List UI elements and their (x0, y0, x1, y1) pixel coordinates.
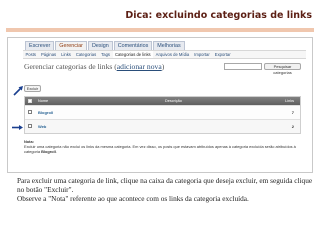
table-row: Blogroll 7 (25, 105, 300, 119)
header-name: Nome (38, 99, 49, 103)
note-body: Excluir uma categoria não exclui os link… (24, 144, 296, 154)
top-navigation: Escrever Gerenciar Design Comentários Me… (25, 41, 186, 50)
category-name-link[interactable]: Web (38, 124, 46, 129)
note-end: . (55, 149, 57, 154)
nav-tab-gerenciar[interactable]: Gerenciar (55, 41, 87, 50)
header-links: Links (285, 99, 294, 103)
table-header: Nome Descrição Links (25, 97, 300, 105)
caption-line-1: Para excluir uma categoria de link, cliq… (17, 176, 313, 194)
subnav-arquivos-de-midia[interactable]: Arquivos de Mídia (153, 51, 192, 58)
slide-header: Dica: excluindo categorias de links (0, 0, 320, 34)
pointer-arrow-icon (13, 86, 23, 96)
header-description: Descrição (165, 99, 182, 103)
search-input[interactable] (224, 63, 262, 70)
caption-line-2: Observe a "Nota" referente ao que aconte… (17, 194, 249, 203)
wordpress-screenshot: Escrever Gerenciar Design Comentários Me… (7, 37, 313, 173)
subnav-posts[interactable]: Posts (23, 51, 38, 58)
note-box: Nota: Excluir uma categoria não exclui o… (24, 139, 302, 154)
note-text: Excluir uma categoria não exclui os link… (24, 144, 302, 154)
subnav-links[interactable]: Links (59, 51, 74, 58)
nav-tab-escrever[interactable]: Escrever (25, 41, 55, 50)
search-categories-button[interactable]: Pesquisar categorias (264, 63, 301, 75)
sub-navigation: Posts Páginas Links Categorias Tags Cate… (23, 50, 306, 59)
subnav-categorias[interactable]: Categorias (73, 51, 98, 58)
nav-tab-design[interactable]: Design (87, 41, 113, 50)
delete-button[interactable]: Excluir (24, 85, 41, 92)
link-categories-table: Nome Descrição Links Blogroll 7 Web 2 (24, 96, 301, 134)
table-row: Web 2 (25, 119, 300, 133)
add-new-link[interactable]: adicionar nova (117, 62, 162, 71)
row-checkbox[interactable] (28, 124, 32, 128)
subnav-categorias-de-links[interactable]: Categorias de links (112, 51, 154, 58)
nav-tab-melhorias[interactable]: Melhorias (153, 41, 185, 50)
row-checkbox[interactable] (28, 110, 32, 114)
nav-tab-comentarios[interactable]: Comentários (113, 41, 153, 50)
pointer-arrow-icon (12, 125, 23, 130)
subnav-exportar[interactable]: Exportar (212, 51, 233, 58)
category-link-count: 2 (291, 124, 294, 129)
subnav-paginas[interactable]: Páginas (38, 51, 58, 58)
subnav-tags[interactable]: Tags (99, 51, 113, 58)
title-divider (6, 28, 314, 32)
category-name-link[interactable]: Blogroll (38, 110, 53, 115)
note-default-category: Blogroll (41, 149, 56, 154)
slide-caption: Para excluir uma categoria de link, cliq… (17, 176, 317, 203)
select-all-checkbox[interactable] (28, 99, 32, 103)
subnav-importar[interactable]: Importar (192, 51, 213, 58)
category-link-count: 7 (291, 110, 294, 115)
page-heading-suffix: ) (161, 62, 165, 71)
page-heading-text: Gerenciar categorias de links ( (24, 62, 117, 71)
page-heading: Gerenciar categorias de links (adicionar… (24, 62, 164, 71)
slide-title: Dica: excluindo categorias de links (125, 10, 312, 21)
